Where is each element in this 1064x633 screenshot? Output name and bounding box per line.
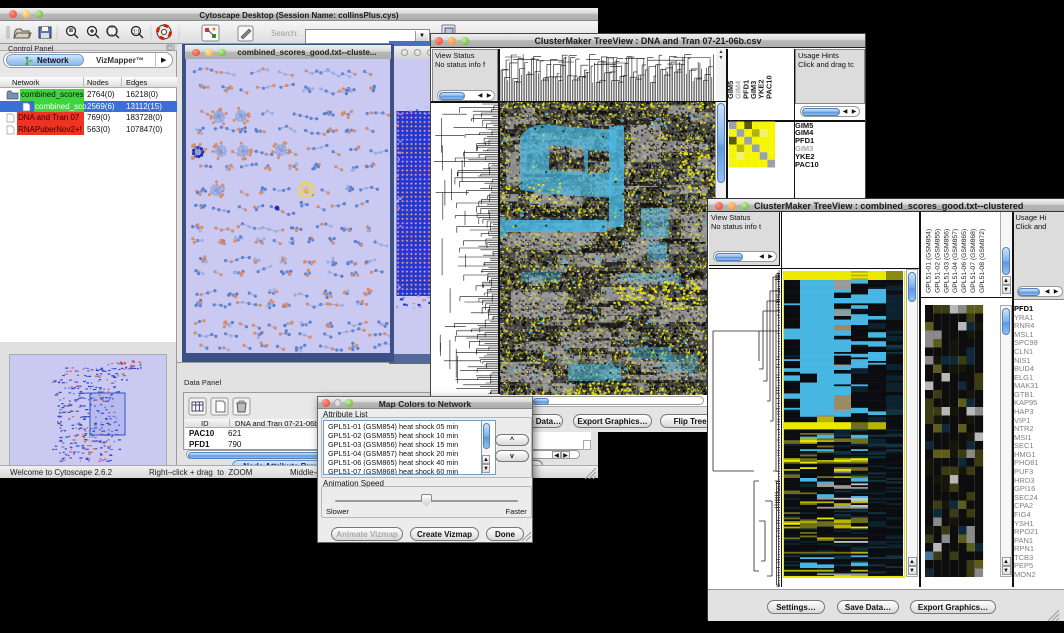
svg-text:GPL51-02 (GSM855): GPL51-02 (GSM855) xyxy=(934,229,941,293)
svg-text:GPL51-03 (GSM856): GPL51-03 (GSM856) xyxy=(943,229,950,293)
svg-text:GPL51-08 (GSM872): GPL51-08 (GSM872) xyxy=(979,229,986,293)
svg-text:PAC10: PAC10 xyxy=(764,75,773,99)
svg-text:GPL51-07 (GSM868): GPL51-07 (GSM868) xyxy=(970,229,977,293)
svg-text:1:1: 1:1 xyxy=(133,30,140,36)
svg-text:GPL51-04 (GSM857): GPL51-04 (GSM857) xyxy=(952,229,959,293)
svg-text:GPL51-06 (GSM865): GPL51-06 (GSM865) xyxy=(961,229,968,293)
svg-text:GPL51-01 (GSM854): GPL51-01 (GSM854) xyxy=(926,229,933,293)
